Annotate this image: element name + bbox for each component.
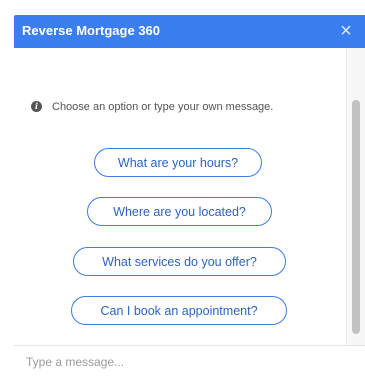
quick-reply-location[interactable]: Where are you located? xyxy=(87,197,272,226)
scrollbar-track[interactable] xyxy=(348,48,365,345)
quick-reply-appointment[interactable]: Can I book an appointment? xyxy=(71,296,287,325)
prompt-text: Choose an option or type your own messag… xyxy=(52,101,274,113)
chat-widget: Reverse Mortgage 360 × i Choose an optio… xyxy=(0,0,365,379)
scrollbar-thumb[interactable] xyxy=(352,100,360,334)
message-input[interactable] xyxy=(26,352,346,372)
quick-reply-hours[interactable]: What are your hours? xyxy=(94,148,262,177)
chat-title: Reverse Mortgage 360 xyxy=(22,23,161,38)
info-icon: i xyxy=(31,101,42,112)
chat-header: Reverse Mortgage 360 × xyxy=(14,15,365,48)
composer xyxy=(14,346,365,379)
message-area-border xyxy=(346,48,347,345)
close-icon[interactable]: × xyxy=(336,19,356,43)
quick-reply-services[interactable]: What services do you offer? xyxy=(73,247,286,276)
